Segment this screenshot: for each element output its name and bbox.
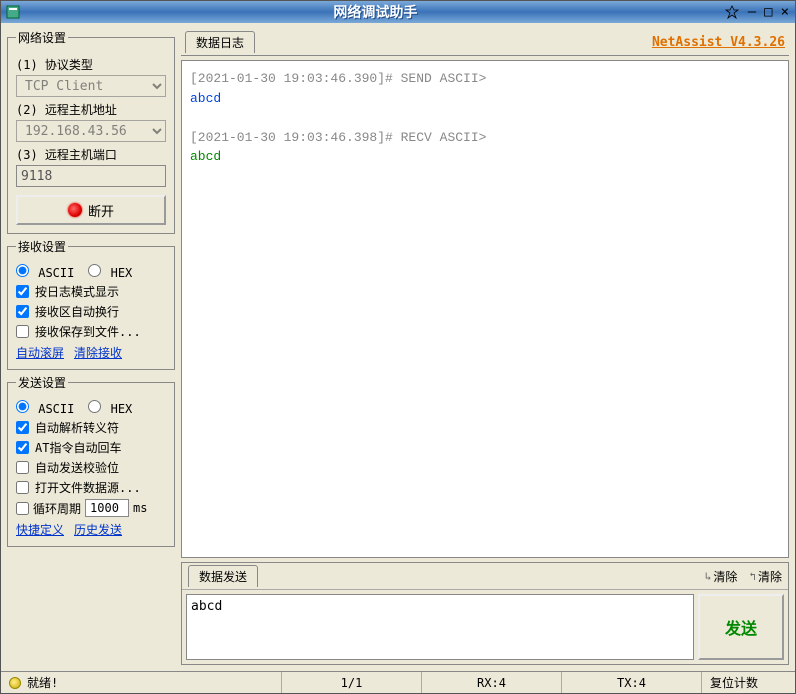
recv-autowrap-label: 接收区自动换行 <box>35 303 119 320</box>
recv-savefile-label: 接收保存到文件... <box>35 323 141 340</box>
reset-counter-button[interactable]: 复位计数 <box>701 672 795 693</box>
maximize-button[interactable]: □ <box>762 4 774 20</box>
send-atcr-check[interactable] <box>16 441 29 454</box>
send-cycle-check[interactable] <box>16 502 29 515</box>
send-settings-group: 发送设置 ASCII HEX 自动解析转义符 AT指令自动回车 自动发送校验位 … <box>7 374 175 547</box>
send-hex-radio[interactable] <box>88 400 101 413</box>
log-line-body: abcd <box>190 91 221 106</box>
status-ready-text: 就绪! <box>27 674 58 691</box>
brand-link[interactable]: NetAssist V4.3.26 <box>652 35 785 50</box>
arrow-down-icon: ↳ <box>705 570 712 583</box>
clear-send-2[interactable]: ↰清除 <box>749 568 782 585</box>
autoscroll-link[interactable]: 自动滚屏 <box>16 344 64 361</box>
remote-port-label: (3) 远程主机端口 <box>16 146 166 163</box>
recv-log-mode-label: 按日志模式显示 <box>35 283 119 300</box>
send-body: 发送 <box>182 590 788 664</box>
send-escape-check[interactable] <box>16 421 29 434</box>
send-header: 数据发送 ↳清除 ↰清除 <box>182 563 788 590</box>
protocol-label: (1) 协议类型 <box>16 56 166 73</box>
recv-ascii-radio[interactable] <box>16 264 29 277</box>
right-column: 数据日志 NetAssist V4.3.26 [2021-01-30 19:03… <box>181 29 789 665</box>
shortcut-define-link[interactable]: 快捷定义 <box>16 521 64 538</box>
recv-ascii-label: ASCII <box>38 266 74 280</box>
send-panel: 数据发送 ↳清除 ↰清除 发送 <box>181 562 789 665</box>
log-tab[interactable]: 数据日志 <box>185 31 255 53</box>
receive-settings-group: 接收设置 ASCII HEX 按日志模式显示 接收区自动换行 接收保存到文件..… <box>7 238 175 370</box>
recv-autowrap-check[interactable] <box>16 305 29 318</box>
statusbar: 就绪! 1/1 RX:4 TX:4 复位计数 <box>1 671 795 693</box>
status-ready-cell: 就绪! <box>1 674 281 691</box>
log-header: 数据日志 NetAssist V4.3.26 <box>181 29 789 56</box>
remote-host-input[interactable]: 192.168.43.56 <box>16 120 166 142</box>
send-escape-label: 自动解析转义符 <box>35 419 119 436</box>
network-legend: 网络设置 <box>16 29 68 46</box>
history-send-link[interactable]: 历史发送 <box>74 521 122 538</box>
send-toolbar: ↳清除 ↰清除 <box>705 568 782 585</box>
remote-port-input[interactable] <box>16 165 166 187</box>
send-atcr-label: AT指令自动回车 <box>35 439 121 456</box>
log-area[interactable]: [2021-01-30 19:03:46.390]# SEND ASCII> a… <box>181 60 789 558</box>
status-rx: RX:4 <box>421 672 561 693</box>
send-cycle-input[interactable] <box>85 499 129 517</box>
recv-log-mode-check[interactable] <box>16 285 29 298</box>
recv-savefile-check[interactable] <box>16 325 29 338</box>
send-ascii-radio[interactable] <box>16 400 29 413</box>
pin-icon[interactable] <box>724 4 740 20</box>
disconnect-icon <box>68 203 82 217</box>
disconnect-button[interactable]: 断开 <box>16 195 166 225</box>
send-checksum-check[interactable] <box>16 461 29 474</box>
recv-hex-label: HEX <box>111 266 133 280</box>
ready-light-icon <box>9 677 21 689</box>
send-hex-label: HEX <box>111 402 133 416</box>
send-cycle-unit: ms <box>133 501 147 515</box>
send-checksum-label: 自动发送校验位 <box>35 459 119 476</box>
minimize-button[interactable]: — <box>746 4 758 20</box>
app-icon <box>5 4 21 20</box>
send-button[interactable]: 发送 <box>698 594 784 660</box>
close-button[interactable]: × <box>779 4 791 20</box>
receive-legend: 接收设置 <box>16 238 68 255</box>
send-openfile-label: 打开文件数据源... <box>35 479 141 496</box>
network-settings-group: 网络设置 (1) 协议类型 TCP Client (2) 远程主机地址 192.… <box>7 29 175 234</box>
app-window: 网络调试助手 — □ × 网络设置 (1) 协议类型 TCP Client (2… <box>0 0 796 694</box>
send-tab[interactable]: 数据发送 <box>188 565 258 587</box>
send-textarea[interactable] <box>186 594 694 660</box>
window-buttons: — □ × <box>746 4 791 20</box>
log-line-ts: [2021-01-30 19:03:46.390]# SEND ASCII> <box>190 71 486 86</box>
main-body: 网络设置 (1) 协议类型 TCP Client (2) 远程主机地址 192.… <box>1 23 795 671</box>
send-legend: 发送设置 <box>16 374 68 391</box>
status-tx: TX:4 <box>561 672 701 693</box>
titlebar: 网络调试助手 — □ × <box>1 1 795 23</box>
send-cycle-label: 循环周期 <box>33 500 81 517</box>
send-openfile-check[interactable] <box>16 481 29 494</box>
clear-send-1[interactable]: ↳清除 <box>705 568 738 585</box>
left-column: 网络设置 (1) 协议类型 TCP Client (2) 远程主机地址 192.… <box>7 29 175 665</box>
arrow-up-icon: ↰ <box>749 570 756 583</box>
status-pages: 1/1 <box>281 672 421 693</box>
protocol-select[interactable]: TCP Client <box>16 75 166 97</box>
remote-host-label: (2) 远程主机地址 <box>16 101 166 118</box>
log-line-ts: [2021-01-30 19:03:46.398]# RECV ASCII> <box>190 130 486 145</box>
clear-receive-link[interactable]: 清除接收 <box>74 344 122 361</box>
recv-hex-radio[interactable] <box>88 264 101 277</box>
send-ascii-label: ASCII <box>38 402 74 416</box>
log-line-body: abcd <box>190 149 221 164</box>
disconnect-label: 断开 <box>88 201 114 220</box>
window-title: 网络调试助手 <box>27 2 724 22</box>
